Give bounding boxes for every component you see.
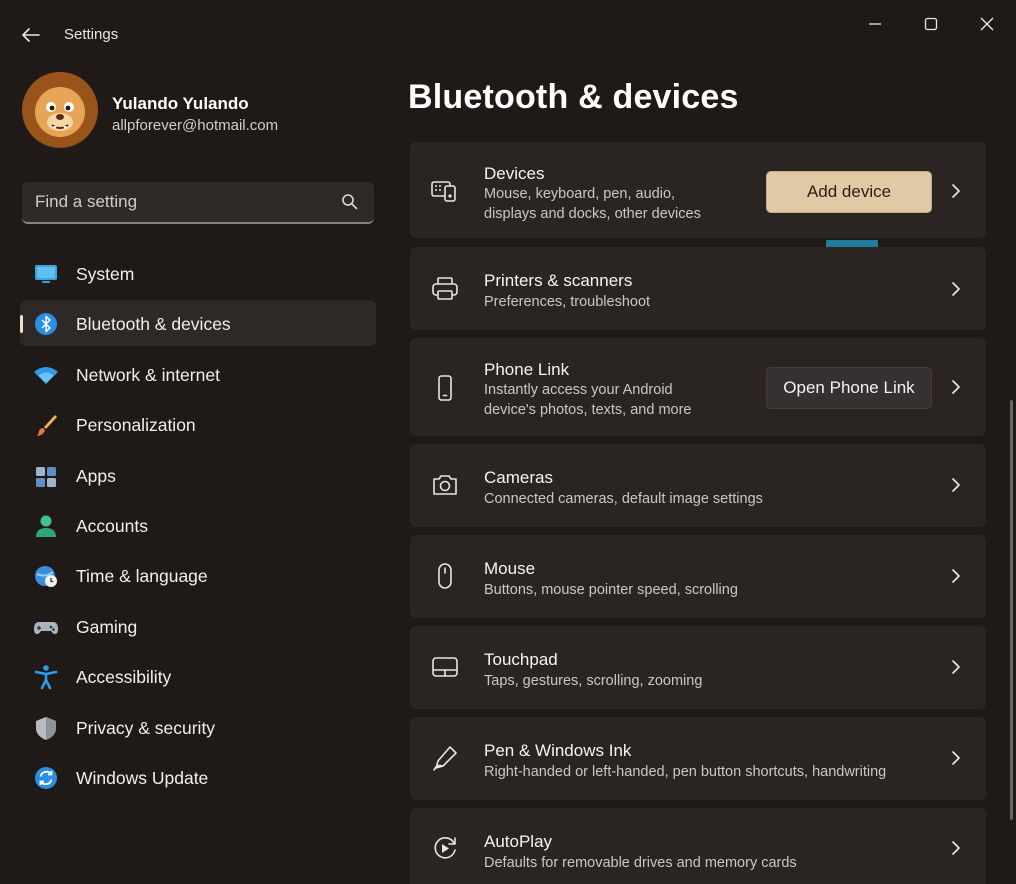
card-description: device's photos, texts, and more: [484, 402, 692, 418]
wifi-icon: [34, 366, 58, 384]
scrollbar[interactable]: [1010, 400, 1013, 820]
card-phone-link[interactable]: Phone Link Instantly access your Android…: [410, 338, 986, 436]
camera-icon: [433, 475, 457, 495]
chevron-right-icon: [952, 569, 960, 583]
card-title: AutoPlay: [484, 832, 553, 851]
page-title: Bluetooth & devices: [408, 78, 739, 116]
close-button[interactable]: [964, 8, 1010, 40]
title-bar: Settings: [0, 0, 1016, 64]
chevron-right-icon: [952, 478, 960, 492]
sidebar-item-label: Gaming: [76, 616, 138, 637]
close-icon: [980, 17, 994, 31]
devices-icon: [431, 181, 456, 202]
add-device-button[interactable]: Add device: [766, 171, 932, 213]
card-description: Connected cameras, default image setting…: [484, 491, 763, 507]
brush-icon: [37, 415, 57, 437]
printer-icon: [432, 277, 458, 300]
card-description: Instantly access your Android: [484, 382, 673, 398]
card-description: Mouse, keyboard, pen, audio,: [484, 186, 676, 202]
sidebar-item-label: Privacy & security: [76, 717, 216, 738]
shield-icon: [36, 716, 56, 740]
bluetooth-icon: [35, 313, 57, 336]
active-indicator: [20, 315, 23, 334]
minimize-button[interactable]: [852, 8, 898, 40]
update-icon: [35, 766, 57, 789]
card-title: Cameras: [484, 468, 553, 487]
sidebar-item-accessibility[interactable]: Accessibility: [20, 653, 376, 699]
card-cameras[interactable]: Cameras Connected cameras, default image…: [410, 444, 986, 527]
sidebar-item-label: System: [76, 264, 135, 284]
chevron-right-icon: [952, 282, 960, 296]
maximize-icon: [924, 17, 938, 31]
user-profile[interactable]: Yulando Yulando allpforever@hotmail.com: [22, 72, 382, 152]
sidebar-item-apps[interactable]: Apps: [20, 452, 376, 498]
sidebar-item-label: Personalization: [76, 415, 196, 436]
card-autoplay[interactable]: AutoPlay Defaults for removable drives a…: [410, 808, 986, 884]
card-description: displays and docks, other devices: [484, 206, 701, 222]
card-description: Defaults for removable drives and memory…: [484, 855, 797, 871]
card-pen-windows-ink[interactable]: Pen & Windows Ink Right-handed or left-h…: [410, 717, 986, 800]
card-description: Buttons, mouse pointer speed, scrolling: [484, 582, 738, 598]
card-description: Preferences, troubleshoot: [484, 294, 651, 310]
sidebar-item-network[interactable]: Network & internet: [20, 351, 376, 397]
chevron-right-icon: [952, 660, 960, 674]
open-phone-link-button[interactable]: Open Phone Link: [766, 367, 932, 409]
gamepad-icon: [34, 621, 58, 634]
accessibility-icon: [34, 665, 58, 690]
avatar: [22, 72, 98, 148]
card-title: Printers & scanners: [484, 271, 633, 290]
sidebar-item-time-language[interactable]: Time & language: [20, 552, 376, 598]
search-box: [22, 182, 374, 224]
touchpad-icon: [432, 657, 458, 677]
phone-icon: [438, 375, 452, 401]
app-title: Settings: [64, 26, 119, 43]
sidebar-item-personalization[interactable]: Personalization: [20, 401, 376, 447]
sidebar-item-label: Accessibility: [76, 667, 172, 688]
user-email: allpforever@hotmail.com: [112, 117, 279, 134]
sidebar-item-label: Time & language: [76, 566, 208, 587]
card-title: Mouse: [484, 559, 536, 578]
sidebar-item-label: Accounts: [76, 515, 148, 536]
chevron-right-icon: [952, 751, 960, 765]
search-input[interactable]: [22, 182, 332, 222]
sidebar-item-gaming[interactable]: Gaming: [20, 603, 376, 649]
maximize-button[interactable]: [908, 8, 954, 40]
sidebar-item-label: Apps: [76, 465, 116, 486]
card-title: Devices: [484, 164, 545, 183]
sidebar-item-accounts[interactable]: Accounts: [20, 502, 376, 548]
chevron-right-icon: [952, 184, 960, 198]
card-title: Phone Link: [484, 360, 570, 379]
card-title: Touchpad: [484, 650, 558, 669]
card-devices[interactable]: Devices Mouse, keyboard, pen, audio, dis…: [410, 142, 986, 238]
card-printers-scanners[interactable]: Printers & scanners Preferences, trouble…: [410, 247, 986, 330]
card-title: Pen & Windows Ink: [484, 741, 632, 760]
card-description: Taps, gestures, scrolling, zooming: [484, 673, 703, 689]
sidebar-item-label: Bluetooth & devices: [76, 314, 231, 335]
search-icon[interactable]: [340, 192, 360, 212]
apps-icon: [36, 466, 56, 487]
chevron-right-icon: [952, 380, 960, 394]
card-mouse[interactable]: Mouse Buttons, mouse pointer speed, scro…: [410, 535, 986, 618]
sidebar-item-bluetooth-devices[interactable]: Bluetooth & devices: [20, 300, 376, 347]
lion-avatar-icon: [23, 73, 97, 147]
back-arrow-icon: [22, 28, 40, 42]
sidebar-item-privacy-security[interactable]: Privacy & security: [20, 704, 376, 750]
globe-clock-icon: [35, 566, 57, 588]
mouse-icon: [438, 563, 452, 589]
sidebar-item-label: Network & internet: [76, 364, 220, 385]
minimize-icon: [869, 23, 881, 25]
system-icon: [35, 265, 57, 283]
sidebar-nav: System Bluetooth & devices Network & int…: [20, 250, 376, 804]
card-touchpad[interactable]: Touchpad Taps, gestures, scrolling, zoom…: [410, 626, 986, 709]
sidebar-item-label: Windows Update: [76, 767, 209, 788]
user-name: Yulando Yulando: [112, 94, 249, 113]
chevron-right-icon: [952, 841, 960, 855]
sidebar-item-windows-update[interactable]: Windows Update: [20, 754, 376, 800]
person-icon: [36, 515, 56, 537]
autoplay-icon: [434, 837, 456, 859]
back-button[interactable]: [16, 22, 46, 48]
sidebar-item-system[interactable]: System: [20, 250, 376, 296]
pen-icon: [433, 746, 457, 771]
card-description: Right-handed or left-handed, pen button …: [484, 764, 887, 780]
